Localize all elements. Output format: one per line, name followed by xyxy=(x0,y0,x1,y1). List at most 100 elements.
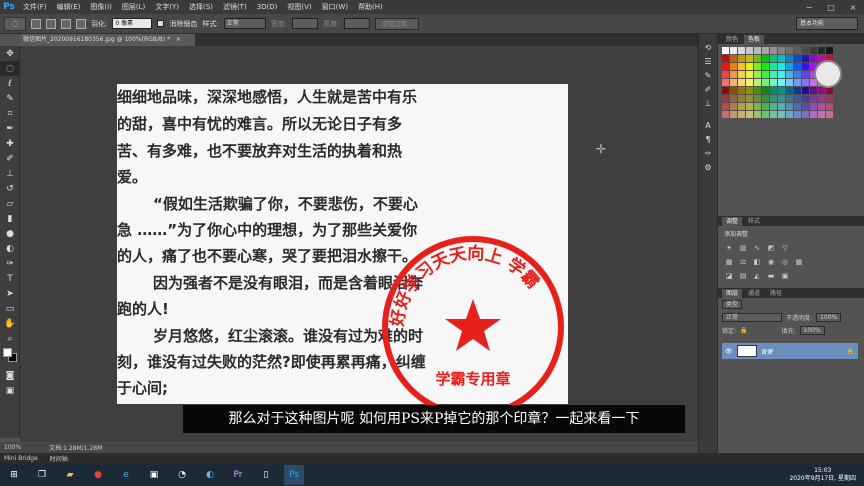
menu-layer[interactable]: 图层(L) xyxy=(117,2,150,12)
doc-size-readout[interactable]: 文档:1.28M/1.28M xyxy=(49,443,102,452)
color-balance-icon[interactable]: ⚖ xyxy=(738,257,748,267)
color-swatch[interactable] xyxy=(794,111,801,118)
color-swatch[interactable] xyxy=(794,95,801,102)
color-swatch[interactable] xyxy=(762,55,769,62)
menu-view[interactable]: 视图(V) xyxy=(282,2,316,12)
menu-select[interactable]: 选择(S) xyxy=(184,2,218,12)
color-swatch[interactable] xyxy=(778,47,785,54)
color-swatch[interactable] xyxy=(810,47,817,54)
tab-swatches[interactable]: 色板 xyxy=(744,35,765,44)
tab-mini-bridge[interactable]: Mini Bridge xyxy=(4,455,38,462)
eyedropper-tool-icon[interactable]: ✒ xyxy=(0,121,20,136)
paragraph-panel-icon[interactable]: ¶ xyxy=(699,132,717,146)
gradient-tool-icon[interactable]: ▮ xyxy=(0,211,20,226)
exposure-icon[interactable]: ◩ xyxy=(766,243,776,253)
color-swatch[interactable] xyxy=(770,111,777,118)
color-swatch[interactable] xyxy=(802,103,809,110)
blend-mode-select[interactable]: 正常 xyxy=(722,313,782,322)
tab-color[interactable]: 颜色 xyxy=(722,35,742,44)
color-swatch[interactable] xyxy=(722,55,729,62)
color-swatch[interactable] xyxy=(722,111,729,118)
marquee-preset-icon[interactable]: ◌ xyxy=(4,16,26,31)
color-swatch[interactable] xyxy=(810,55,817,62)
color-swatch[interactable] xyxy=(810,95,817,102)
color-swatch[interactable] xyxy=(818,47,825,54)
color-swatch[interactable] xyxy=(770,71,777,78)
color-swatch[interactable] xyxy=(762,47,769,54)
screen-mode-icon[interactable]: ▣ xyxy=(0,383,20,398)
color-swatch[interactable] xyxy=(762,63,769,70)
canvas-area[interactable]: 细细地品味，深深地感悟，人生就是苦中有乐 的甜，喜中有忧的难言。所以无论日子有多… xyxy=(20,46,698,442)
color-swatch[interactable] xyxy=(722,95,729,102)
style-select[interactable]: 正常 xyxy=(223,18,266,29)
history-panel-icon[interactable]: ⟲ xyxy=(699,40,717,54)
color-swatch[interactable] xyxy=(754,95,761,102)
photoshop-taskbar-icon[interactable]: Ps xyxy=(284,464,304,485)
levels-icon[interactable]: ▥ xyxy=(738,243,748,253)
color-swatch[interactable] xyxy=(730,47,737,54)
color-swatch[interactable] xyxy=(754,71,761,78)
tab-layers[interactable]: 图层 xyxy=(722,289,743,298)
color-swatch[interactable] xyxy=(746,79,753,86)
color-swatch[interactable] xyxy=(746,95,753,102)
color-swatch[interactable] xyxy=(826,87,833,94)
color-swatch[interactable] xyxy=(730,79,737,86)
color-swatch[interactable] xyxy=(738,63,745,70)
history-brush-icon[interactable]: ↺ xyxy=(0,181,20,196)
color-swatch[interactable] xyxy=(786,79,793,86)
color-swatch[interactable] xyxy=(794,103,801,110)
color-swatch[interactable] xyxy=(762,87,769,94)
color-swatch[interactable] xyxy=(802,79,809,86)
color-swatch[interactable] xyxy=(746,55,753,62)
color-swatch[interactable] xyxy=(746,87,753,94)
black-white-icon[interactable]: ◧ xyxy=(752,257,762,267)
video-editor-icon[interactable]: ▣ xyxy=(144,465,164,485)
color-swatch[interactable] xyxy=(826,111,833,118)
menu-3d[interactable]: 3D(D) xyxy=(252,3,283,11)
quick-select-tool-icon[interactable]: ✎ xyxy=(0,91,20,106)
color-swatch[interactable] xyxy=(786,47,793,54)
color-swatch[interactable] xyxy=(794,63,801,70)
color-swatch[interactable] xyxy=(818,87,825,94)
color-swatch[interactable] xyxy=(778,87,785,94)
tab-paths[interactable]: 路径 xyxy=(766,289,786,298)
dodge-tool-icon[interactable]: ◐ xyxy=(0,241,20,256)
workspace-select[interactable]: 基本功能 xyxy=(796,17,858,30)
menu-help[interactable]: 帮助(H) xyxy=(353,2,388,12)
color-swatch[interactable] xyxy=(746,111,753,118)
color-swatch[interactable] xyxy=(786,95,793,102)
crop-tool-icon[interactable]: ⌗ xyxy=(0,106,20,121)
color-swatch[interactable] xyxy=(794,87,801,94)
color-swatch[interactable] xyxy=(754,111,761,118)
color-swatch[interactable] xyxy=(810,111,817,118)
color-swatch[interactable] xyxy=(794,71,801,78)
foreground-color-swatch[interactable] xyxy=(3,348,12,357)
color-swatches[interactable] xyxy=(0,346,19,368)
path-select-tool-icon[interactable]: ➤ xyxy=(0,286,20,301)
minimize-button[interactable]: − xyxy=(798,3,820,12)
healing-tool-icon[interactable]: ✚ xyxy=(0,136,20,151)
color-swatch[interactable] xyxy=(754,47,761,54)
document-tab-close[interactable]: × xyxy=(176,36,181,43)
color-swatch[interactable] xyxy=(778,71,785,78)
tab-channels[interactable]: 通道 xyxy=(744,289,764,298)
color-swatch[interactable] xyxy=(826,47,833,54)
system-clock[interactable]: 15:03 2020年9月17日, 星期四 xyxy=(789,467,864,483)
layer-row-background[interactable]: 👁 背景 🔒 xyxy=(722,343,858,359)
color-swatch[interactable] xyxy=(818,103,825,110)
menu-edit[interactable]: 编辑(E) xyxy=(52,2,86,12)
lightroom-icon[interactable]: ◐ xyxy=(200,465,220,485)
color-swatch[interactable] xyxy=(826,95,833,102)
menu-type[interactable]: 文字(Y) xyxy=(150,2,184,12)
color-swatch[interactable] xyxy=(802,63,809,70)
color-swatch[interactable] xyxy=(794,79,801,86)
tab-timeline[interactable]: 时间轴 xyxy=(50,454,68,463)
lasso-tool-icon[interactable]: ℓ xyxy=(0,76,20,91)
character-panel-icon[interactable]: A xyxy=(699,118,717,132)
threshold-icon[interactable]: ◭ xyxy=(752,271,762,281)
refine-edge-button[interactable]: 调整边缘... xyxy=(375,17,420,30)
clone-source-icon[interactable]: ⊥ xyxy=(699,96,717,110)
gradient-map-icon[interactable]: ▬ xyxy=(766,271,776,281)
color-swatch[interactable] xyxy=(730,55,737,62)
color-swatch[interactable] xyxy=(730,95,737,102)
